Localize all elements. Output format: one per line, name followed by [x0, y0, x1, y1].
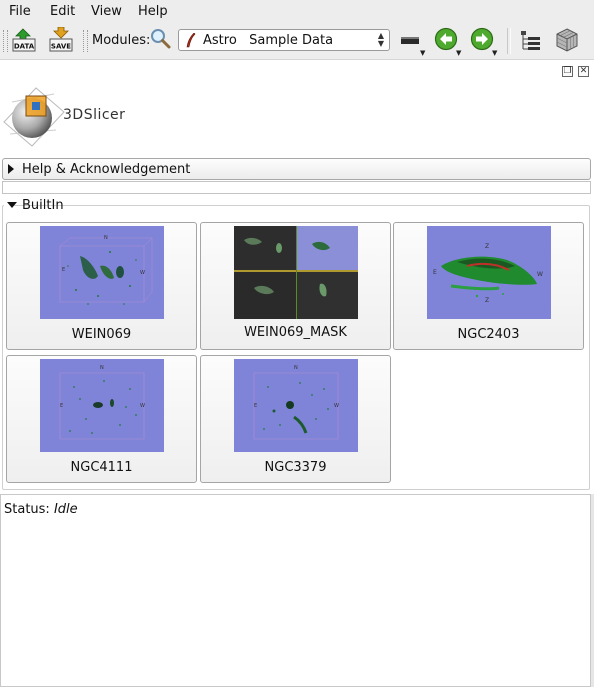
module-selector-value: Astro Sample Data	[203, 33, 334, 48]
sample-thumbnail: Z E W Z	[427, 226, 551, 319]
menu-bar: File Edit View Help	[0, 0, 594, 22]
undock-button[interactable]: ❐	[562, 66, 573, 77]
slicer-logo-icon	[3, 87, 65, 147]
dropdown-arrow-icon: ▼	[456, 49, 462, 57]
sample-name: NGC2403	[457, 327, 520, 342]
volume-render-image: N E W	[40, 226, 164, 319]
toolbar-grip[interactable]	[3, 30, 8, 52]
sample-tile-ngc3379[interactable]: N E W NGC3379	[200, 355, 391, 483]
volume-render-image: N E W	[40, 359, 164, 452]
builtin-group-header[interactable]: BuiltIn	[4, 198, 64, 214]
close-panel-button[interactable]: ✕	[578, 66, 589, 77]
sample-tile-ngc4111[interactable]: N E W NGC4111	[6, 355, 197, 483]
sample-name: NGC3379	[264, 460, 327, 475]
builtin-group-label: BuiltIn	[22, 198, 64, 213]
restore-icon: ❐	[563, 66, 572, 76]
svg-text:E: E	[60, 403, 63, 409]
toolbar-grip[interactable]	[83, 30, 88, 52]
status-panel: Status: Idle	[0, 494, 591, 687]
layout-3d-button[interactable]	[554, 27, 580, 53]
help-acknowledgement-label: Help & Acknowledgement	[22, 162, 191, 177]
svg-text:E: E	[254, 403, 257, 409]
sample-name: NGC4111	[70, 460, 133, 475]
spin-arrows-icon: ▲ ▼	[377, 31, 384, 48]
svg-text:N: N	[100, 365, 104, 371]
status-text: Status: Idle	[4, 502, 78, 517]
dropdown-arrow-icon: ▼	[420, 49, 426, 57]
quill-icon	[186, 33, 196, 48]
svg-text:Z: Z	[485, 297, 489, 304]
multiview-render-image	[234, 226, 358, 319]
status-label: Status:	[4, 502, 50, 517]
logic-section-collapsed[interactable]	[2, 181, 591, 194]
sample-tile-ngc2403[interactable]: Z E W Z NGC2403	[393, 222, 584, 350]
menu-edit[interactable]: Edit	[50, 4, 75, 19]
svg-text:W: W	[140, 270, 145, 276]
svg-text:E: E	[433, 269, 437, 276]
svg-text:N: N	[104, 235, 108, 241]
toolbar-separator	[507, 28, 511, 54]
svg-text:W: W	[537, 271, 543, 278]
svg-text:N: N	[294, 365, 298, 371]
module-search-button[interactable]	[150, 28, 176, 54]
volume-render-image: Z E W Z	[427, 226, 551, 319]
help-acknowledgement-section[interactable]: Help & Acknowledgement	[2, 158, 591, 180]
modules-label: Modules:	[92, 33, 151, 48]
status-value: Idle	[53, 502, 78, 517]
save-data-icon: SAVE	[49, 26, 73, 52]
menu-help[interactable]: Help	[138, 4, 168, 19]
save-label: SAVE	[51, 43, 71, 51]
search-icon	[151, 29, 171, 49]
load-data-button[interactable]: DATA	[11, 27, 37, 53]
load-data-icon: DATA	[12, 28, 36, 52]
module-selector[interactable]: Astro Sample Data ▲ ▼	[178, 29, 390, 51]
data-label: DATA	[14, 43, 35, 51]
sample-name: WEIN069	[71, 327, 132, 342]
svg-text:Z: Z	[485, 243, 489, 250]
menu-view[interactable]: View	[91, 4, 122, 19]
app-logo-text: 3DSlicer	[63, 107, 126, 123]
cube-grid-icon	[556, 28, 578, 52]
tree-list-icon	[521, 31, 540, 50]
dropdown-arrow-icon: ▼	[492, 49, 498, 57]
expanded-arrow-icon	[7, 202, 17, 208]
volume-render-image: N E W	[234, 359, 358, 452]
menu-file[interactable]: File	[9, 4, 31, 19]
sample-tile-wein069[interactable]: N E W WEIN069	[6, 222, 197, 350]
module-list-button[interactable]	[518, 28, 544, 54]
slicer-logo	[2, 82, 66, 150]
sample-thumbnail	[234, 226, 358, 319]
sample-name: WEIN069_MASK	[244, 325, 347, 340]
close-icon: ✕	[579, 66, 588, 76]
save-data-button[interactable]: SAVE	[48, 26, 74, 53]
sample-thumbnail: N E W	[40, 359, 164, 452]
svg-text:E: E	[62, 267, 65, 273]
svg-text:W: W	[140, 403, 145, 409]
collapsed-arrow-icon	[8, 164, 14, 174]
sample-thumbnail: N E W	[40, 226, 164, 319]
sample-tile-wein069-mask[interactable]: WEIN069_MASK	[200, 222, 391, 350]
svg-text:W: W	[334, 403, 339, 409]
main-toolbar: DATA SAVE Modules: Astro Sample Data ▲ ▼ …	[0, 22, 594, 60]
sample-thumbnail: N E W	[234, 359, 358, 452]
